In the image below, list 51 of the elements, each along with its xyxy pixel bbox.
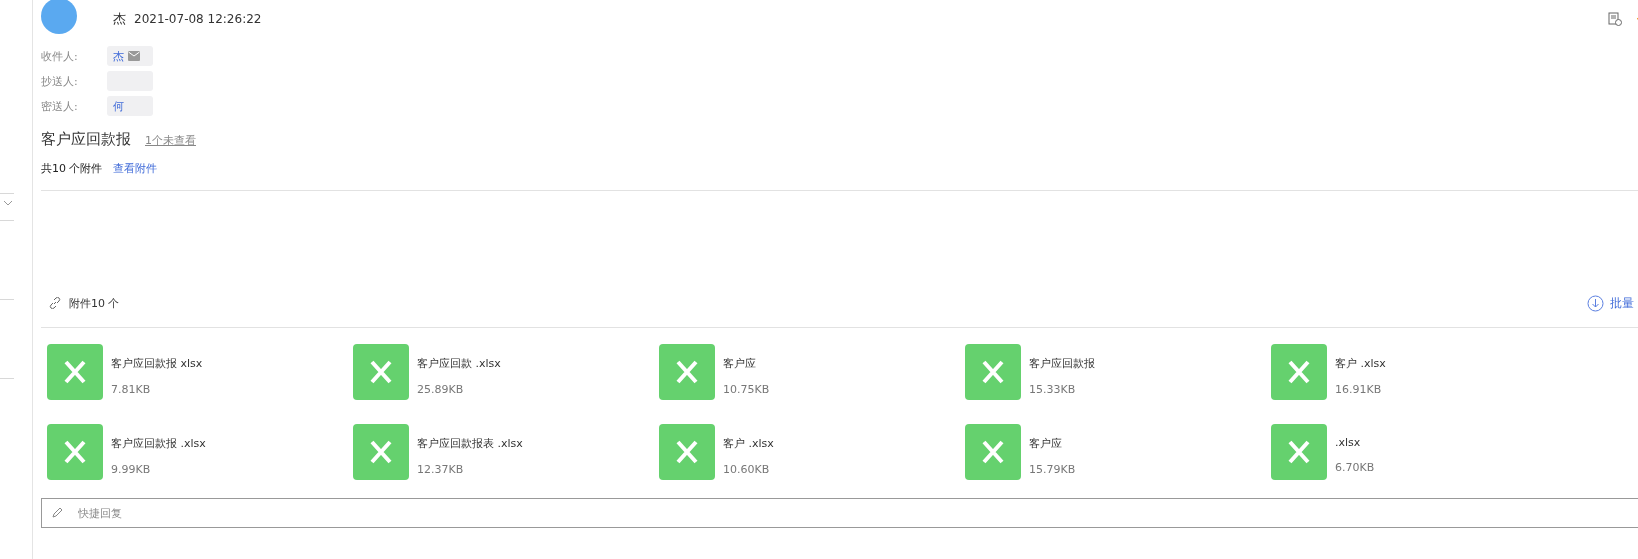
excel-file-icon bbox=[47, 344, 103, 400]
file-size: 9.99KB bbox=[111, 463, 152, 476]
attachments-title: 附件10 个 bbox=[69, 295, 120, 311]
envelope-icon bbox=[128, 51, 140, 61]
email-subject: 客户应回款报 bbox=[41, 130, 131, 149]
attachment-count: 共10 个附件 bbox=[41, 161, 103, 176]
file-size: 15.79KB bbox=[1029, 463, 1076, 476]
file-size: 7.81KB bbox=[111, 383, 152, 396]
file-name[interactable]: 客户应回款 .xlsx bbox=[417, 356, 501, 371]
view-attachments-link[interactable]: 查看附件 bbox=[112, 161, 157, 176]
document-clock-icon[interactable] bbox=[1608, 12, 1622, 26]
file-size: 10.60KB bbox=[723, 463, 771, 476]
file-size: 25.89KB bbox=[417, 383, 465, 396]
file-size: 16.91KB bbox=[1335, 383, 1383, 396]
excel-file-icon bbox=[1271, 424, 1327, 480]
excel-file-icon bbox=[1271, 344, 1327, 400]
field-label: 抄送人: bbox=[41, 73, 79, 89]
pencil-icon bbox=[51, 506, 64, 519]
file-size: 15.33KB bbox=[1029, 383, 1077, 396]
excel-file-icon bbox=[47, 424, 103, 480]
file-size: 12.37KB bbox=[417, 463, 465, 476]
file-name[interactable]: 客户 .xlsx bbox=[1335, 356, 1386, 371]
avatar bbox=[41, 0, 77, 34]
excel-file-icon bbox=[965, 344, 1021, 400]
recipient-chip[interactable]: 杰 bbox=[107, 46, 153, 66]
recipient-chip[interactable]: 何 bbox=[107, 96, 153, 116]
field-label: 密送人: bbox=[41, 98, 79, 114]
file-name[interactable]: 客户 .xlsx bbox=[723, 436, 774, 451]
file-name[interactable]: 客户应回款报 bbox=[1029, 356, 1095, 371]
excel-file-icon bbox=[965, 424, 1021, 480]
excel-file-icon bbox=[353, 424, 409, 480]
file-name[interactable]: 客户应回款报表 .xlsx bbox=[417, 436, 523, 451]
file-name[interactable]: .xlsx bbox=[1335, 436, 1375, 449]
excel-file-icon bbox=[353, 344, 409, 400]
sender-name: 杰 bbox=[113, 10, 126, 28]
chevron-icon bbox=[3, 200, 13, 206]
batch-download-button[interactable]: 批量 bbox=[1587, 294, 1634, 312]
field-label: 收件人: bbox=[41, 48, 79, 64]
download-icon bbox=[1587, 294, 1604, 312]
file-name[interactable]: 客户应 bbox=[723, 356, 770, 371]
file-size: 10.75KB bbox=[723, 383, 770, 396]
file-name[interactable]: 客户应 bbox=[1029, 436, 1076, 451]
unread-link[interactable]: 1个未查看 bbox=[145, 133, 196, 148]
sent-time: 2021-07-08 12:26:22 bbox=[134, 12, 262, 26]
quick-reply-field[interactable]: 快捷回复 bbox=[41, 498, 1638, 528]
file-name[interactable]: 客户应回款报 .xlsx bbox=[111, 436, 206, 451]
link-icon bbox=[49, 297, 61, 309]
file-name[interactable]: 客户应回款报 xlsx bbox=[111, 356, 203, 371]
file-size: 6.70KB bbox=[1335, 461, 1375, 474]
excel-file-icon bbox=[659, 424, 715, 480]
excel-file-icon bbox=[659, 344, 715, 400]
